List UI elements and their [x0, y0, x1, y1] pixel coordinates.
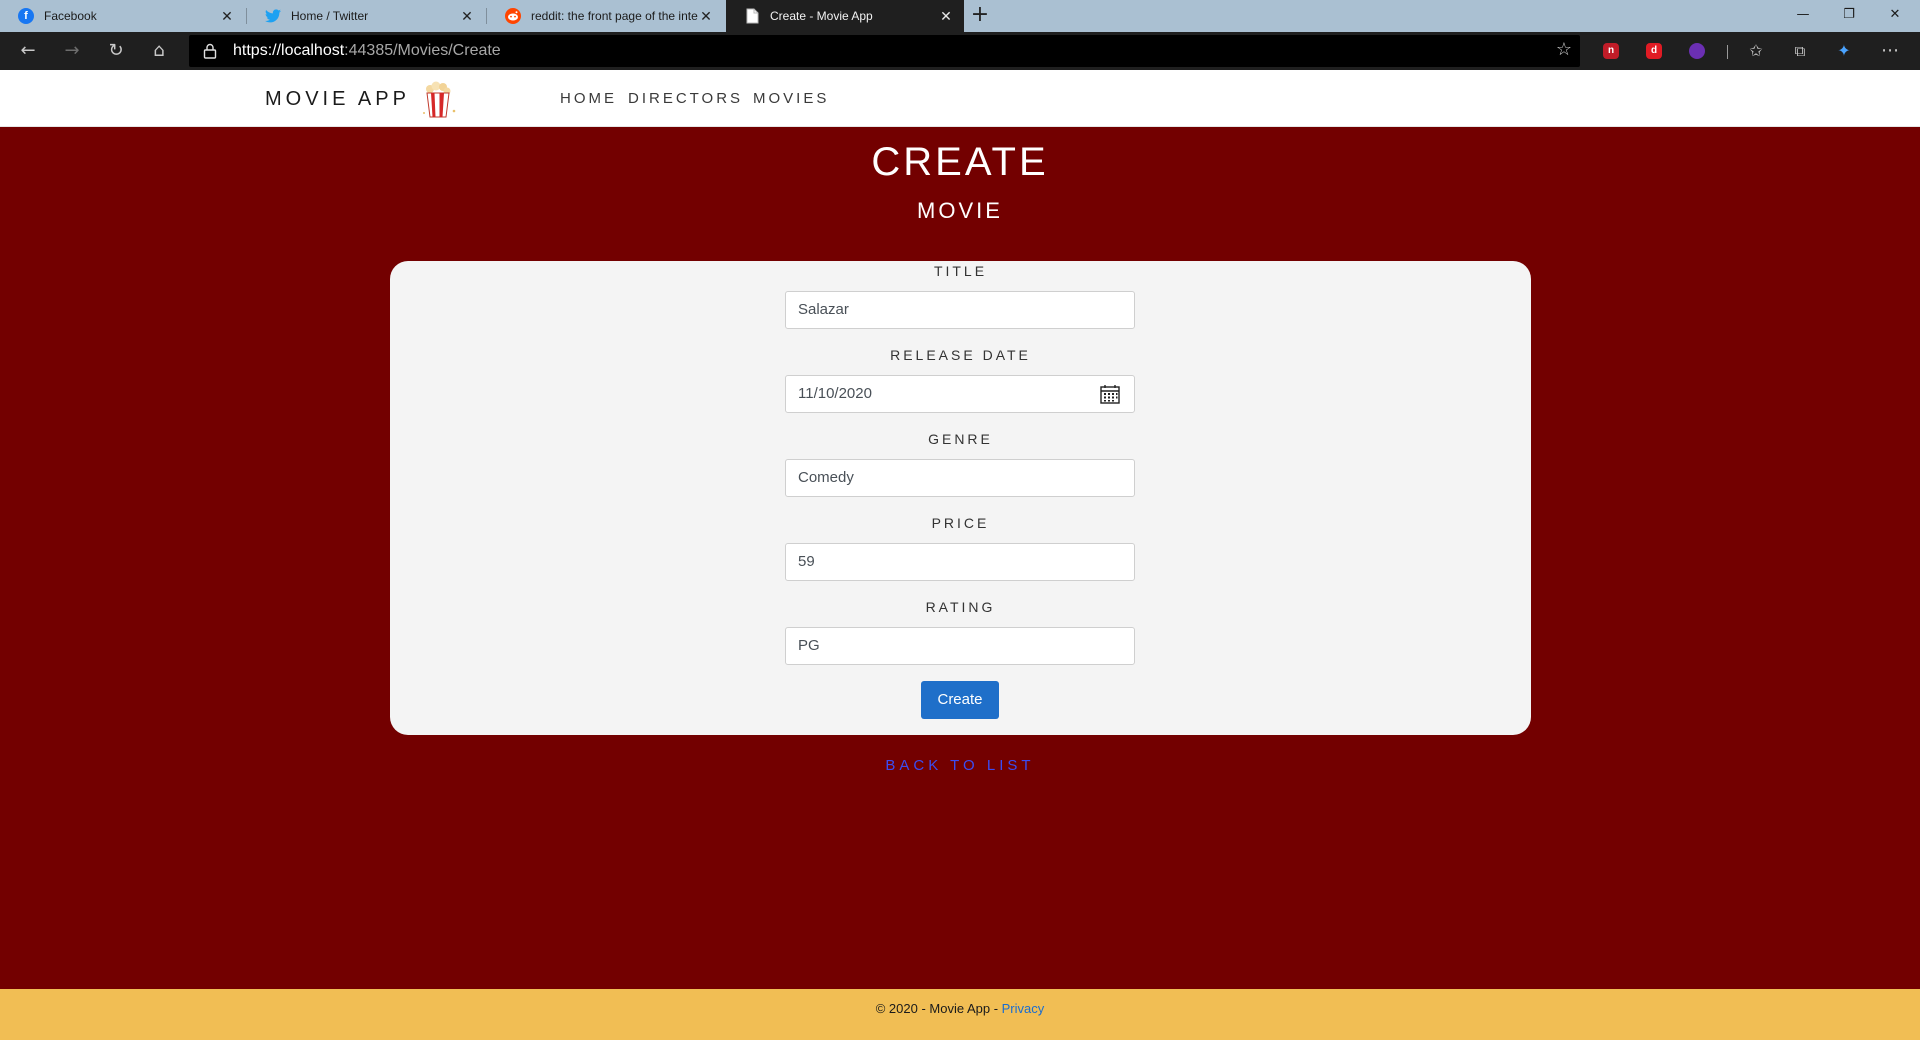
create-movie-form: TITLE Salazar RELEASE DATE 11/10/2020 GE… [390, 261, 1531, 735]
url-text: https://localhost:44385/Movies/Create [233, 35, 501, 67]
calendar-icon[interactable] [1100, 384, 1120, 404]
minimize-button[interactable]: — [1780, 0, 1826, 32]
collections-icon[interactable]: ⧉ [1786, 38, 1814, 64]
reddit-icon [505, 8, 521, 24]
close-icon[interactable]: ✕ [938, 8, 954, 25]
page-title: CREATE [871, 140, 1049, 184]
address-bar[interactable]: https://localhost:44385/Movies/Create ☆ [189, 35, 1580, 67]
back-to-list-link[interactable]: BACK TO LIST [885, 757, 1034, 774]
more-menu-icon[interactable]: ⋯ [1876, 38, 1904, 64]
release-date-input[interactable]: 11/10/2020 [785, 375, 1135, 413]
tab-title: Create - Movie App [770, 9, 873, 23]
tab-reddit[interactable]: reddit: the front page of the internet ✕ [487, 0, 724, 32]
lock-icon [203, 43, 217, 59]
extension-globe-icon[interactable] [1689, 43, 1705, 59]
privacy-link[interactable]: Privacy [1002, 1001, 1045, 1016]
favorite-star-icon[interactable]: ☆ [1556, 39, 1572, 60]
url-path: :44385/Movies/Create [344, 42, 501, 59]
brand-logo-text[interactable]: MOVIE APP [265, 88, 410, 111]
twitter-icon [265, 8, 281, 24]
home-icon[interactable]: ⌂ [145, 38, 173, 64]
create-button[interactable]: Create [921, 681, 999, 719]
profile-icon[interactable]: ✦ [1830, 38, 1858, 64]
site-navbar: MOVIE APP HOME DIRECTORS MOVIES [0, 70, 1920, 127]
close-icon[interactable]: ✕ [219, 8, 235, 25]
genre-input[interactable]: Comedy [785, 459, 1135, 497]
tab-twitter[interactable]: Home / Twitter ✕ [247, 0, 485, 32]
url-host: https://localhost [233, 42, 345, 59]
toolbar-divider [1727, 45, 1728, 59]
extension-d-icon[interactable]: d [1646, 43, 1662, 59]
tab-create-movie[interactable]: Create - Movie App ✕ [726, 0, 964, 32]
release-date-label: RELEASE DATE [890, 347, 1031, 363]
close-icon[interactable]: ✕ [698, 8, 714, 25]
facebook-icon: f [18, 8, 34, 24]
page-icon [744, 8, 760, 24]
title-label: TITLE [933, 263, 988, 279]
browser-tab-bar: f Facebook ✕ Home / Twitter ✕ reddit: th… [0, 0, 1920, 32]
browser-toolbar: ← → ↻ ⌂ https://localhost:44385/Movies/C… [0, 32, 1920, 70]
price-label: PRICE [931, 515, 990, 531]
nav-directors-link[interactable]: DIRECTORS [628, 90, 743, 107]
title-input[interactable]: Salazar [785, 291, 1135, 329]
refresh-icon[interactable]: ↻ [102, 38, 130, 64]
rating-input[interactable]: PG [785, 627, 1135, 665]
footer-copyright: © 2020 - Movie App - [875, 1001, 1002, 1016]
tab-title: reddit: the front page of the internet [531, 9, 698, 23]
site-footer: © 2020 - Movie App - Privacy [0, 989, 1920, 1040]
genre-label: GENRE [928, 431, 993, 447]
tab-title: Home / Twitter [291, 9, 369, 23]
release-date-value: 11/10/2020 [798, 385, 872, 402]
price-input[interactable]: 59 [785, 543, 1135, 581]
back-arrow-icon[interactable]: ← [14, 38, 42, 64]
favorites-icon[interactable]: ✩ [1742, 38, 1770, 64]
new-tab-button[interactable]: + [967, 3, 993, 29]
back-to-list-container: BACK TO LIST [0, 757, 1920, 774]
tab-facebook[interactable]: f Facebook ✕ [0, 0, 245, 32]
rating-label: RATING [925, 599, 996, 615]
nav-home-link[interactable]: HOME [560, 90, 617, 107]
forward-arrow-icon[interactable]: → [58, 38, 86, 64]
extension-n-icon[interactable]: n [1603, 43, 1619, 59]
page-subtitle: MOVIE [917, 198, 1003, 223]
close-icon[interactable]: ✕ [459, 8, 475, 25]
close-window-button[interactable]: ✕ [1872, 0, 1918, 32]
tab-title: Facebook [44, 9, 97, 23]
nav-movies-link[interactable]: MOVIES [753, 90, 829, 107]
popcorn-icon [423, 81, 456, 118]
restore-button[interactable]: ❐ [1826, 0, 1872, 32]
